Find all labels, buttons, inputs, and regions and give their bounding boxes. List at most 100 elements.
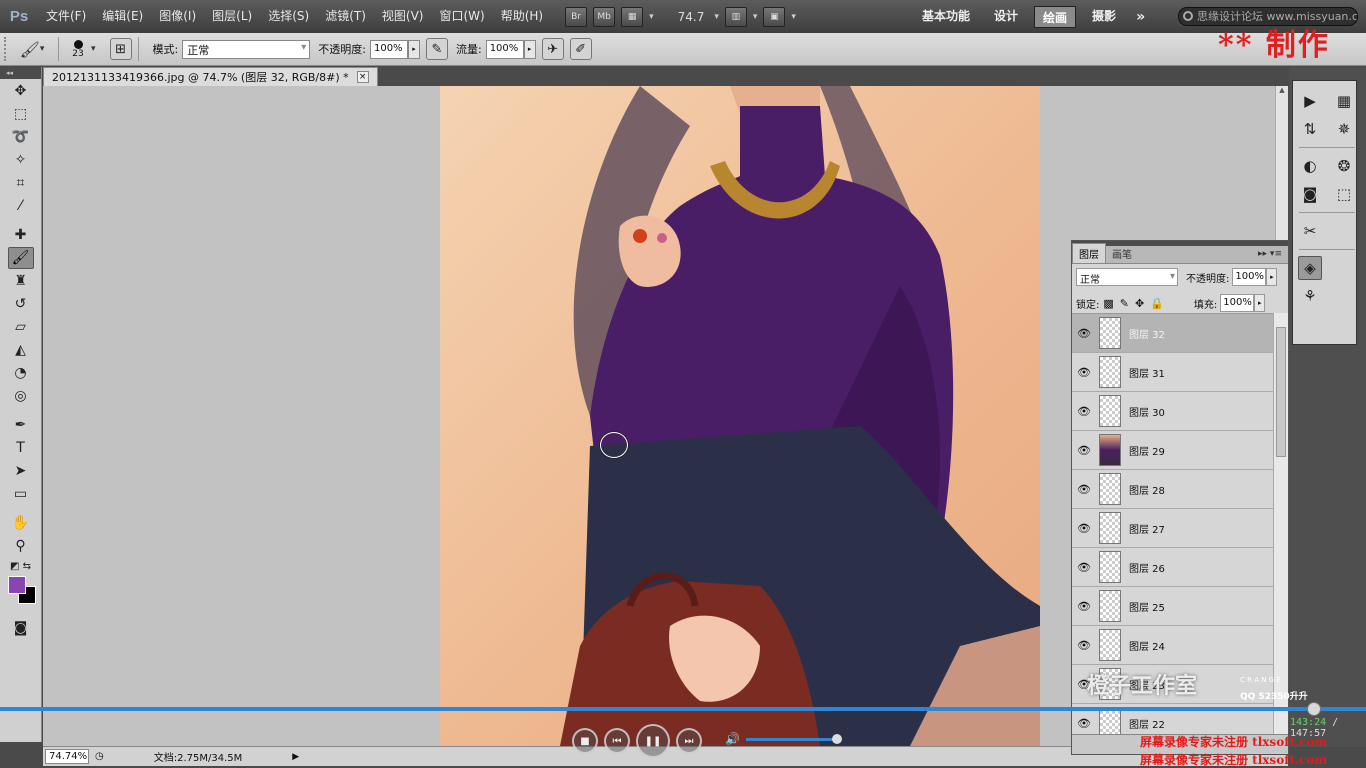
flow-slider-button[interactable]: ▸ <box>523 39 536 59</box>
crop-tool[interactable]: ⌗ <box>8 172 34 194</box>
foreground-color[interactable] <box>8 576 26 594</box>
fill-input[interactable]: 100% <box>1220 294 1255 312</box>
menu-help[interactable]: 帮助(H) <box>493 0 551 33</box>
arrange-documents-button[interactable]: ▥ <box>724 6 747 27</box>
lock-all-icon[interactable]: 🔒 <box>1150 297 1164 310</box>
eye-icon[interactable]: 👁 <box>1072 483 1096 496</box>
layers-scrollbar[interactable] <box>1273 313 1288 735</box>
airbrush-button[interactable]: ✈ <box>541 38 564 60</box>
layer-row[interactable]: 👁 图层 27 <box>1072 509 1273 548</box>
flow-input[interactable]: 100% <box>485 39 524 59</box>
healing-brush-tool[interactable]: ✚ <box>8 224 34 246</box>
quick-mask-button[interactable]: ◙ <box>8 617 34 639</box>
type-tool[interactable]: T <box>8 437 34 459</box>
layer-name[interactable]: 图层 32 <box>1129 326 1165 341</box>
layer-name[interactable]: 图层 31 <box>1129 365 1165 380</box>
chevron-down-icon[interactable]: ▾ <box>649 12 654 22</box>
layer-thumbnail[interactable] <box>1099 356 1121 388</box>
layer-thumbnail[interactable] <box>1099 434 1121 466</box>
chevron-down-icon[interactable]: ▾ <box>753 12 758 22</box>
layer-row[interactable]: 👁 图层 28 <box>1072 470 1273 509</box>
close-icon[interactable]: × <box>356 71 369 83</box>
menu-select[interactable]: 选择(S) <box>260 0 317 33</box>
eye-icon[interactable]: 👁 <box>1072 444 1096 457</box>
workspace-design[interactable]: 设计 <box>982 0 1030 33</box>
layer-opacity-input[interactable]: 100% <box>1232 268 1267 286</box>
tab-brush[interactable]: 画笔 <box>1106 244 1138 263</box>
previous-button[interactable]: ⏮ <box>604 728 630 754</box>
dodge-tool[interactable]: ◎ <box>8 385 34 407</box>
swap-colors-button[interactable]: ◩ ⇆ <box>8 558 34 574</box>
adjustments-panel-button[interactable]: ◐ <box>1298 154 1322 178</box>
swatches-panel-button[interactable]: ▦ <box>1332 89 1356 113</box>
layers-panel-button[interactable]: ◈ <box>1298 256 1322 280</box>
scroll-up-icon[interactable]: ▲ <box>1276 86 1288 98</box>
fill-slider-button[interactable]: ▸ <box>1254 294 1266 312</box>
chevron-down-icon[interactable]: ▾ <box>91 44 96 54</box>
menu-view[interactable]: 视图(V) <box>374 0 432 33</box>
layer-name[interactable]: 图层 22 <box>1129 716 1165 731</box>
eye-icon[interactable]: 👁 <box>1072 522 1096 535</box>
volume-knob[interactable] <box>831 733 842 744</box>
tool-preset-picker[interactable]: 🖌 ▾ <box>12 36 52 62</box>
video-progress-knob[interactable] <box>1307 702 1321 716</box>
layer-row[interactable]: 👁 图层 24 <box>1072 626 1273 665</box>
scroll-thumb[interactable] <box>1276 327 1286 457</box>
layer-thumbnail[interactable] <box>1099 473 1121 505</box>
masks-panel-button[interactable]: ◙ <box>1298 182 1322 206</box>
path-selection-tool[interactable]: ➤ <box>8 460 34 482</box>
opacity-input[interactable]: 100% <box>369 39 408 59</box>
layer-thumbnail[interactable] <box>1099 629 1121 661</box>
eye-icon[interactable]: 👁 <box>1072 366 1096 379</box>
layer-thumbnail[interactable] <box>1099 590 1121 622</box>
eyedropper-tool[interactable]: ⁄ <box>8 195 34 217</box>
zoom-field[interactable]: 74.74% <box>45 749 89 764</box>
workspace-essentials[interactable]: 基本功能 <box>910 0 982 33</box>
document-tab[interactable]: 2012131133419366.jpg @ 74.7% (图层 32, RGB… <box>43 67 378 86</box>
tool-presets-button[interactable]: ✂ <box>1298 219 1322 243</box>
video-progress-bar[interactable] <box>0 707 1366 711</box>
preview-icon[interactable]: ◷ <box>95 751 104 762</box>
eye-icon[interactable]: 👁 <box>1072 327 1096 340</box>
actions-panel-button[interactable]: ▶ <box>1298 89 1322 113</box>
eye-icon[interactable]: 👁 <box>1072 639 1096 652</box>
layer-thumbnail[interactable] <box>1099 551 1121 583</box>
navigator-panel-button[interactable]: ✵ <box>1332 117 1356 141</box>
eraser-tool[interactable]: ▱ <box>8 316 34 338</box>
layer-row[interactable]: 👁 图层 26 <box>1072 548 1273 587</box>
pressure-opacity-button[interactable]: ✎ <box>425 38 448 60</box>
history-panel-button[interactable]: ⇅ <box>1298 117 1322 141</box>
layer-row[interactable]: 👁 图层 29 <box>1072 431 1273 470</box>
layer-opacity-slider-button[interactable]: ▸ <box>1266 268 1278 286</box>
transform-panel-button[interactable]: ⬚ <box>1332 182 1356 206</box>
tab-layers[interactable]: 图层 <box>1072 243 1106 263</box>
double-chevron-right-icon[interactable]: » <box>1128 9 1153 25</box>
workspace-photography[interactable]: 摄影 <box>1080 0 1128 33</box>
toolbox-header[interactable]: ◂◂ <box>0 67 41 79</box>
lock-transparency-icon[interactable]: ▩ <box>1103 297 1113 310</box>
brush-preset-picker[interactable]: 23 <box>65 35 91 63</box>
layer-thumbnail[interactable] <box>1099 512 1121 544</box>
layer-name[interactable]: 图层 30 <box>1129 404 1165 419</box>
hand-tool[interactable]: ✋ <box>8 512 34 534</box>
status-menu-icon[interactable]: ▶ <box>292 752 299 762</box>
menu-window[interactable]: 窗口(W) <box>431 0 492 33</box>
layer-name[interactable]: 图层 28 <box>1129 482 1165 497</box>
options-grip[interactable] <box>4 37 12 61</box>
eye-icon[interactable]: 👁 <box>1072 561 1096 574</box>
stop-button[interactable]: ■ <box>572 728 598 754</box>
zoom-level[interactable]: 74.7 <box>678 10 705 24</box>
menu-edit[interactable]: 编辑(E) <box>94 0 151 33</box>
layer-thumbnail[interactable] <box>1099 707 1121 735</box>
next-button[interactable]: ⏭ <box>676 728 702 754</box>
pen-tool[interactable]: ✒ <box>8 414 34 436</box>
menu-filter[interactable]: 滤镜(T) <box>317 0 374 33</box>
layer-name[interactable]: 图层 24 <box>1129 638 1165 653</box>
mode-select[interactable]: 正常 <box>182 39 311 59</box>
workspace-painting[interactable]: 绘画 <box>1034 5 1077 28</box>
eye-icon[interactable]: 👁 <box>1072 600 1096 613</box>
paths-panel-button[interactable]: ⚘ <box>1298 284 1322 308</box>
menu-layer[interactable]: 图层(L) <box>204 0 260 33</box>
pause-button[interactable]: ❚❚ <box>636 724 670 758</box>
paint-bucket-tool[interactable]: ◭ <box>8 339 34 361</box>
